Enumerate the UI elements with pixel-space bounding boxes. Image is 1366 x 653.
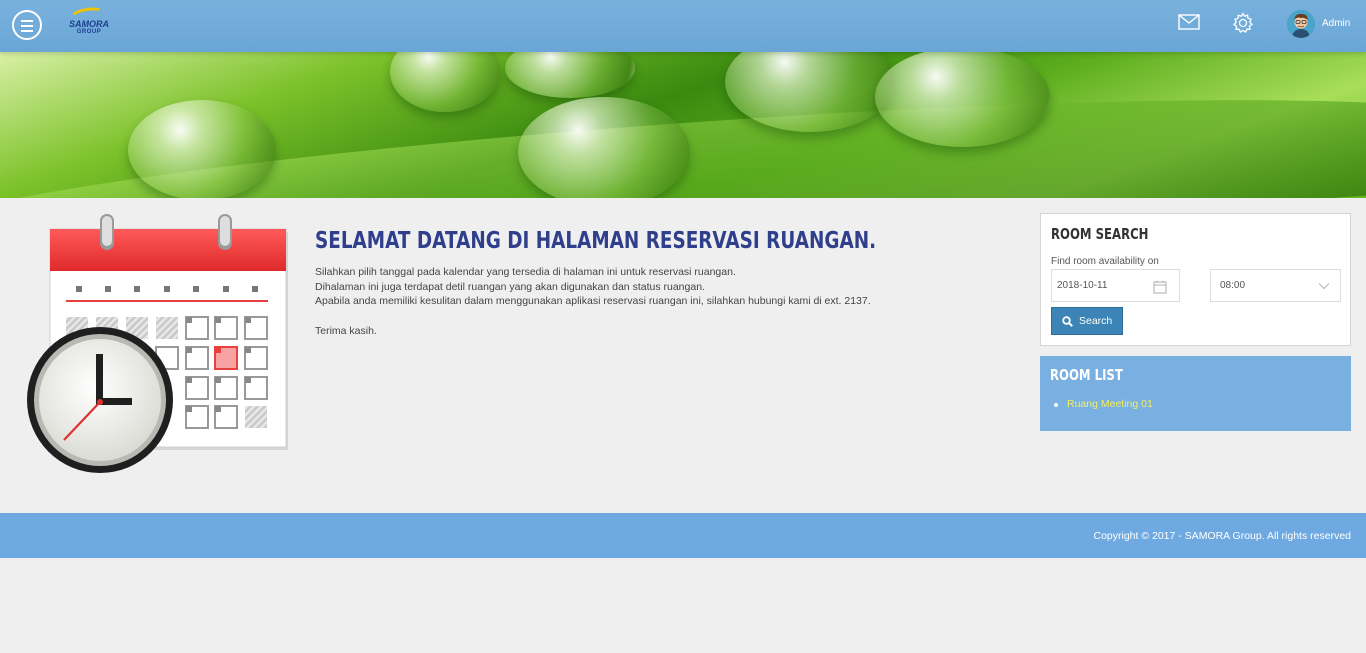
avatar[interactable] (1287, 10, 1315, 38)
banner-drop (505, 52, 635, 98)
banner-drop (390, 52, 500, 112)
page-title: SELAMAT DATANG DI HALAMAN RESERVASI RUAN… (315, 228, 877, 254)
samora-logo[interactable]: SAMORA GROUP (66, 5, 112, 40)
welcome-closing: Terima kasih. (315, 324, 377, 337)
search-button-label: Search (1079, 315, 1113, 327)
footer: Copyright © 2017 - SAMORA Group. All rig… (0, 513, 1366, 558)
date-value: 2018-10-11 (1057, 280, 1108, 291)
room-search-panel: ROOM SEARCH Find room availability on 20… (1040, 213, 1351, 346)
welcome-line: Apabila anda memiliki kesulitan dalam me… (315, 295, 871, 307)
time-select[interactable]: 08:00 (1210, 269, 1341, 302)
room-search-title: ROOM SEARCH (1051, 225, 1149, 243)
search-button[interactable]: Search (1051, 307, 1123, 335)
room-list-item[interactable]: Ruang Meeting 01 (1054, 398, 1153, 410)
copyright-text: Copyright © 2017 - SAMORA Group. All rig… (1093, 530, 1351, 542)
avatar-illustration (1287, 10, 1315, 38)
mail-icon[interactable] (1178, 14, 1200, 30)
banner-drop (518, 97, 690, 198)
calendar-clock-icon (27, 214, 288, 473)
welcome-line: Dihalaman ini juga terdapat detil ruanga… (315, 280, 705, 293)
top-navbar: SAMORA GROUP Admin (0, 0, 1366, 52)
logo-subtext: GROUP (76, 29, 102, 35)
calendar-clock-illustration (26, 212, 290, 474)
search-icon (1062, 316, 1073, 327)
welcome-line: Silahkan pilih tanggal pada kalendar yan… (315, 266, 736, 278)
logo-text: SAMORA (69, 19, 109, 29)
room-list-panel: ROOM LIST Ruang Meeting 01 (1040, 356, 1351, 431)
banner-drop (128, 100, 276, 198)
room-list: Ruang Meeting 01 (1054, 398, 1153, 410)
welcome-text: Silahkan pilih tanggal pada kalendar yan… (315, 265, 871, 338)
date-input[interactable]: 2018-10-11 (1051, 269, 1180, 302)
find-room-label: Find room availability on (1051, 256, 1159, 267)
user-name[interactable]: Admin (1322, 18, 1350, 29)
menu-icon[interactable] (12, 10, 42, 40)
room-list-title: ROOM LIST (1050, 366, 1123, 384)
time-value: 08:00 (1220, 280, 1246, 291)
calendar-icon[interactable] (1153, 280, 1167, 294)
chevron-down-icon (1318, 283, 1330, 290)
hero-banner (0, 52, 1366, 198)
gear-icon[interactable] (1232, 12, 1254, 34)
